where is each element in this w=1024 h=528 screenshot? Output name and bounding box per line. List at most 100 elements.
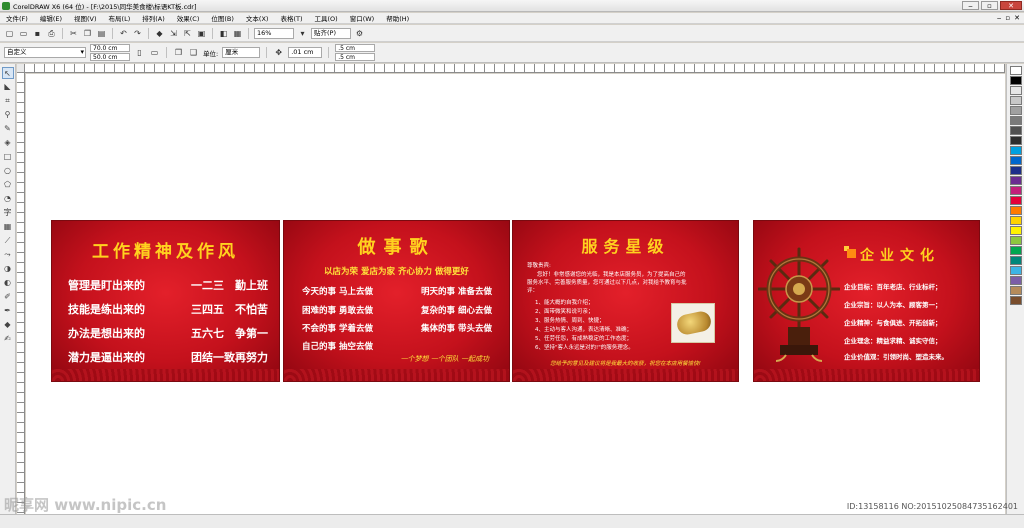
color-swatch[interactable] bbox=[1009, 266, 1022, 275]
color-swatch[interactable] bbox=[1009, 276, 1022, 285]
connector-tool-icon[interactable]: ⤳ bbox=[2, 249, 14, 261]
vertical-ruler[interactable] bbox=[17, 73, 25, 514]
zoom-tool-icon[interactable]: ⚲ bbox=[2, 109, 14, 121]
minimize-button[interactable]: ‒ bbox=[962, 1, 979, 10]
smart-drawing-icon[interactable]: ✍ bbox=[2, 333, 14, 345]
crop-tool-icon[interactable]: ⌗ bbox=[2, 95, 14, 107]
doc-minimize-icon[interactable]: ‒ bbox=[997, 14, 1001, 22]
color-swatch[interactable] bbox=[1009, 106, 1022, 115]
color-swatch[interactable] bbox=[1009, 126, 1022, 135]
zoom-dropdown-icon[interactable]: ▾ bbox=[297, 28, 308, 39]
options-icon[interactable]: ⚙ bbox=[354, 28, 365, 39]
menu-tools[interactable]: 工具(O) bbox=[309, 13, 344, 23]
color-swatch[interactable] bbox=[1009, 146, 1022, 155]
doc-close-icon[interactable]: ✕ bbox=[1014, 14, 1020, 22]
snap-to-dropdown[interactable]: 贴齐(P) bbox=[311, 27, 351, 39]
board-work-song[interactable]: 做事歌 以店为荣 爱店为家 齐心协力 做得更好 今天的事 马上去做 明天的事 准… bbox=[283, 220, 510, 382]
color-swatch[interactable] bbox=[1009, 96, 1022, 105]
nudge-distance-field[interactable]: .01 cm bbox=[288, 47, 323, 58]
ellipse-tool-icon[interactable]: ○ bbox=[2, 165, 14, 177]
search-content-icon[interactable]: ◆ bbox=[154, 28, 165, 39]
menu-effects[interactable]: 效果(C) bbox=[171, 13, 206, 23]
all-pages-icon[interactable]: ❒ bbox=[173, 47, 184, 58]
interactive-fill-icon[interactable]: ◑ bbox=[2, 263, 14, 275]
redo-icon[interactable]: ↷ bbox=[132, 28, 143, 39]
color-swatch[interactable] bbox=[1009, 206, 1022, 215]
print-icon[interactable]: ⎙ bbox=[46, 28, 57, 39]
ruler-origin[interactable] bbox=[17, 64, 25, 73]
menu-text[interactable]: 文本(X) bbox=[240, 13, 275, 23]
color-swatch[interactable] bbox=[1009, 66, 1022, 75]
color-swatch[interactable] bbox=[1009, 196, 1022, 205]
menu-table[interactable]: 表格(T) bbox=[274, 13, 308, 23]
polygon-tool-icon[interactable]: ⬠ bbox=[2, 179, 14, 191]
page-width-field[interactable]: 70.0 cm bbox=[90, 44, 130, 52]
copy-icon[interactable]: ❐ bbox=[82, 28, 93, 39]
color-swatch[interactable] bbox=[1009, 286, 1022, 295]
menu-file[interactable]: 文件(F) bbox=[0, 13, 34, 23]
page-height-field[interactable]: 50.0 cm bbox=[90, 53, 130, 61]
color-swatch[interactable] bbox=[1009, 166, 1022, 175]
doc-restore-icon[interactable]: ▫ bbox=[1005, 14, 1010, 22]
close-button[interactable]: ✕ bbox=[1000, 1, 1022, 10]
table-tool-icon[interactable]: ▦ bbox=[2, 221, 14, 233]
welcome-screen-icon[interactable]: ▦ bbox=[232, 28, 243, 39]
color-swatch[interactable] bbox=[1009, 76, 1022, 85]
shape-tool-icon[interactable]: ◣ bbox=[2, 81, 14, 93]
save-icon[interactable]: ▪ bbox=[32, 28, 43, 39]
board-corporate-culture[interactable]: 企业文化 企业目标：百年老店、行业标杆； 企业宗旨：以人为本、顾客第一； 企业精… bbox=[753, 220, 980, 382]
menu-bitmaps[interactable]: 位图(B) bbox=[205, 13, 240, 23]
publish-pdf-icon[interactable]: ▣ bbox=[196, 28, 207, 39]
color-swatch[interactable] bbox=[1009, 226, 1022, 235]
color-swatch[interactable] bbox=[1009, 236, 1022, 245]
board-work-spirit[interactable]: 工作精神及作风 管理是盯出来的 一二三 勤上班 技能是练出来的 三四五 不怕苦 … bbox=[51, 220, 280, 382]
menu-help[interactable]: 帮助(H) bbox=[380, 13, 415, 23]
duplicate-x-field[interactable]: .5 cm bbox=[335, 44, 376, 52]
zoom-level-field[interactable]: 16% bbox=[254, 27, 294, 39]
units-dropdown[interactable]: 厘米 bbox=[222, 47, 261, 58]
text-tool-icon[interactable]: 字 bbox=[2, 207, 14, 219]
basic-shapes-icon[interactable]: ◔ bbox=[2, 193, 14, 205]
rectangle-tool-icon[interactable]: □ bbox=[2, 151, 14, 163]
color-swatch[interactable] bbox=[1009, 186, 1022, 195]
horizontal-ruler[interactable] bbox=[25, 64, 1005, 73]
open-folder-icon[interactable]: ▭ bbox=[18, 28, 29, 39]
new-document-icon[interactable]: ▢ bbox=[4, 28, 15, 39]
color-swatch[interactable] bbox=[1009, 256, 1022, 265]
outline-pen-icon[interactable]: ✒ bbox=[2, 305, 14, 317]
color-swatch[interactable] bbox=[1009, 296, 1022, 305]
undo-icon[interactable]: ↶ bbox=[118, 28, 129, 39]
portrait-icon[interactable]: ▯ bbox=[134, 47, 145, 58]
export-icon[interactable]: ⇱ bbox=[182, 28, 193, 39]
maximize-button[interactable]: ▫ bbox=[981, 1, 998, 10]
fill-bucket-icon[interactable]: ◆ bbox=[2, 319, 14, 331]
eyedropper-icon[interactable]: ✐ bbox=[2, 291, 14, 303]
paste-icon[interactable]: ▤ bbox=[96, 28, 107, 39]
freehand-tool-icon[interactable]: ✎ bbox=[2, 123, 14, 135]
color-swatch[interactable] bbox=[1009, 156, 1022, 165]
menu-edit[interactable]: 编辑(E) bbox=[34, 13, 68, 23]
import-icon[interactable]: ⇲ bbox=[168, 28, 179, 39]
current-page-icon[interactable]: ❑ bbox=[188, 47, 199, 58]
color-swatch[interactable] bbox=[1009, 136, 1022, 145]
application-launcher-icon[interactable]: ◧ bbox=[218, 28, 229, 39]
color-swatch[interactable] bbox=[1009, 216, 1022, 225]
color-swatch[interactable] bbox=[1009, 116, 1022, 125]
menu-arrange[interactable]: 排列(A) bbox=[136, 13, 171, 23]
page-size-dropdown[interactable]: 自定义 bbox=[4, 47, 86, 58]
landscape-icon[interactable]: ▭ bbox=[149, 47, 160, 58]
pick-tool-icon[interactable]: ↖ bbox=[1, 67, 14, 79]
menu-window[interactable]: 窗口(W) bbox=[344, 13, 381, 23]
dimension-tool-icon[interactable]: ⟋ bbox=[2, 235, 14, 247]
color-swatch[interactable] bbox=[1009, 86, 1022, 95]
board-service-stars[interactable]: 服务星级 尊敬贵宾: 您好！非常感谢您的光临，我是本店服务员，为了提高自己的 服… bbox=[512, 220, 739, 382]
cut-icon[interactable]: ✂ bbox=[68, 28, 79, 39]
transparency-tool-icon[interactable]: ◐ bbox=[2, 277, 14, 289]
duplicate-y-field[interactable]: .5 cm bbox=[335, 53, 376, 61]
color-swatch[interactable] bbox=[1009, 246, 1022, 255]
menu-layout[interactable]: 布局(L) bbox=[103, 13, 137, 23]
menu-view[interactable]: 视图(V) bbox=[68, 13, 103, 23]
smart-fill-icon[interactable]: ◈ bbox=[2, 137, 14, 149]
color-swatch[interactable] bbox=[1009, 176, 1022, 185]
drawing-canvas[interactable]: 工作精神及作风 管理是盯出来的 一二三 勤上班 技能是练出来的 三四五 不怕苦 … bbox=[26, 74, 1005, 514]
